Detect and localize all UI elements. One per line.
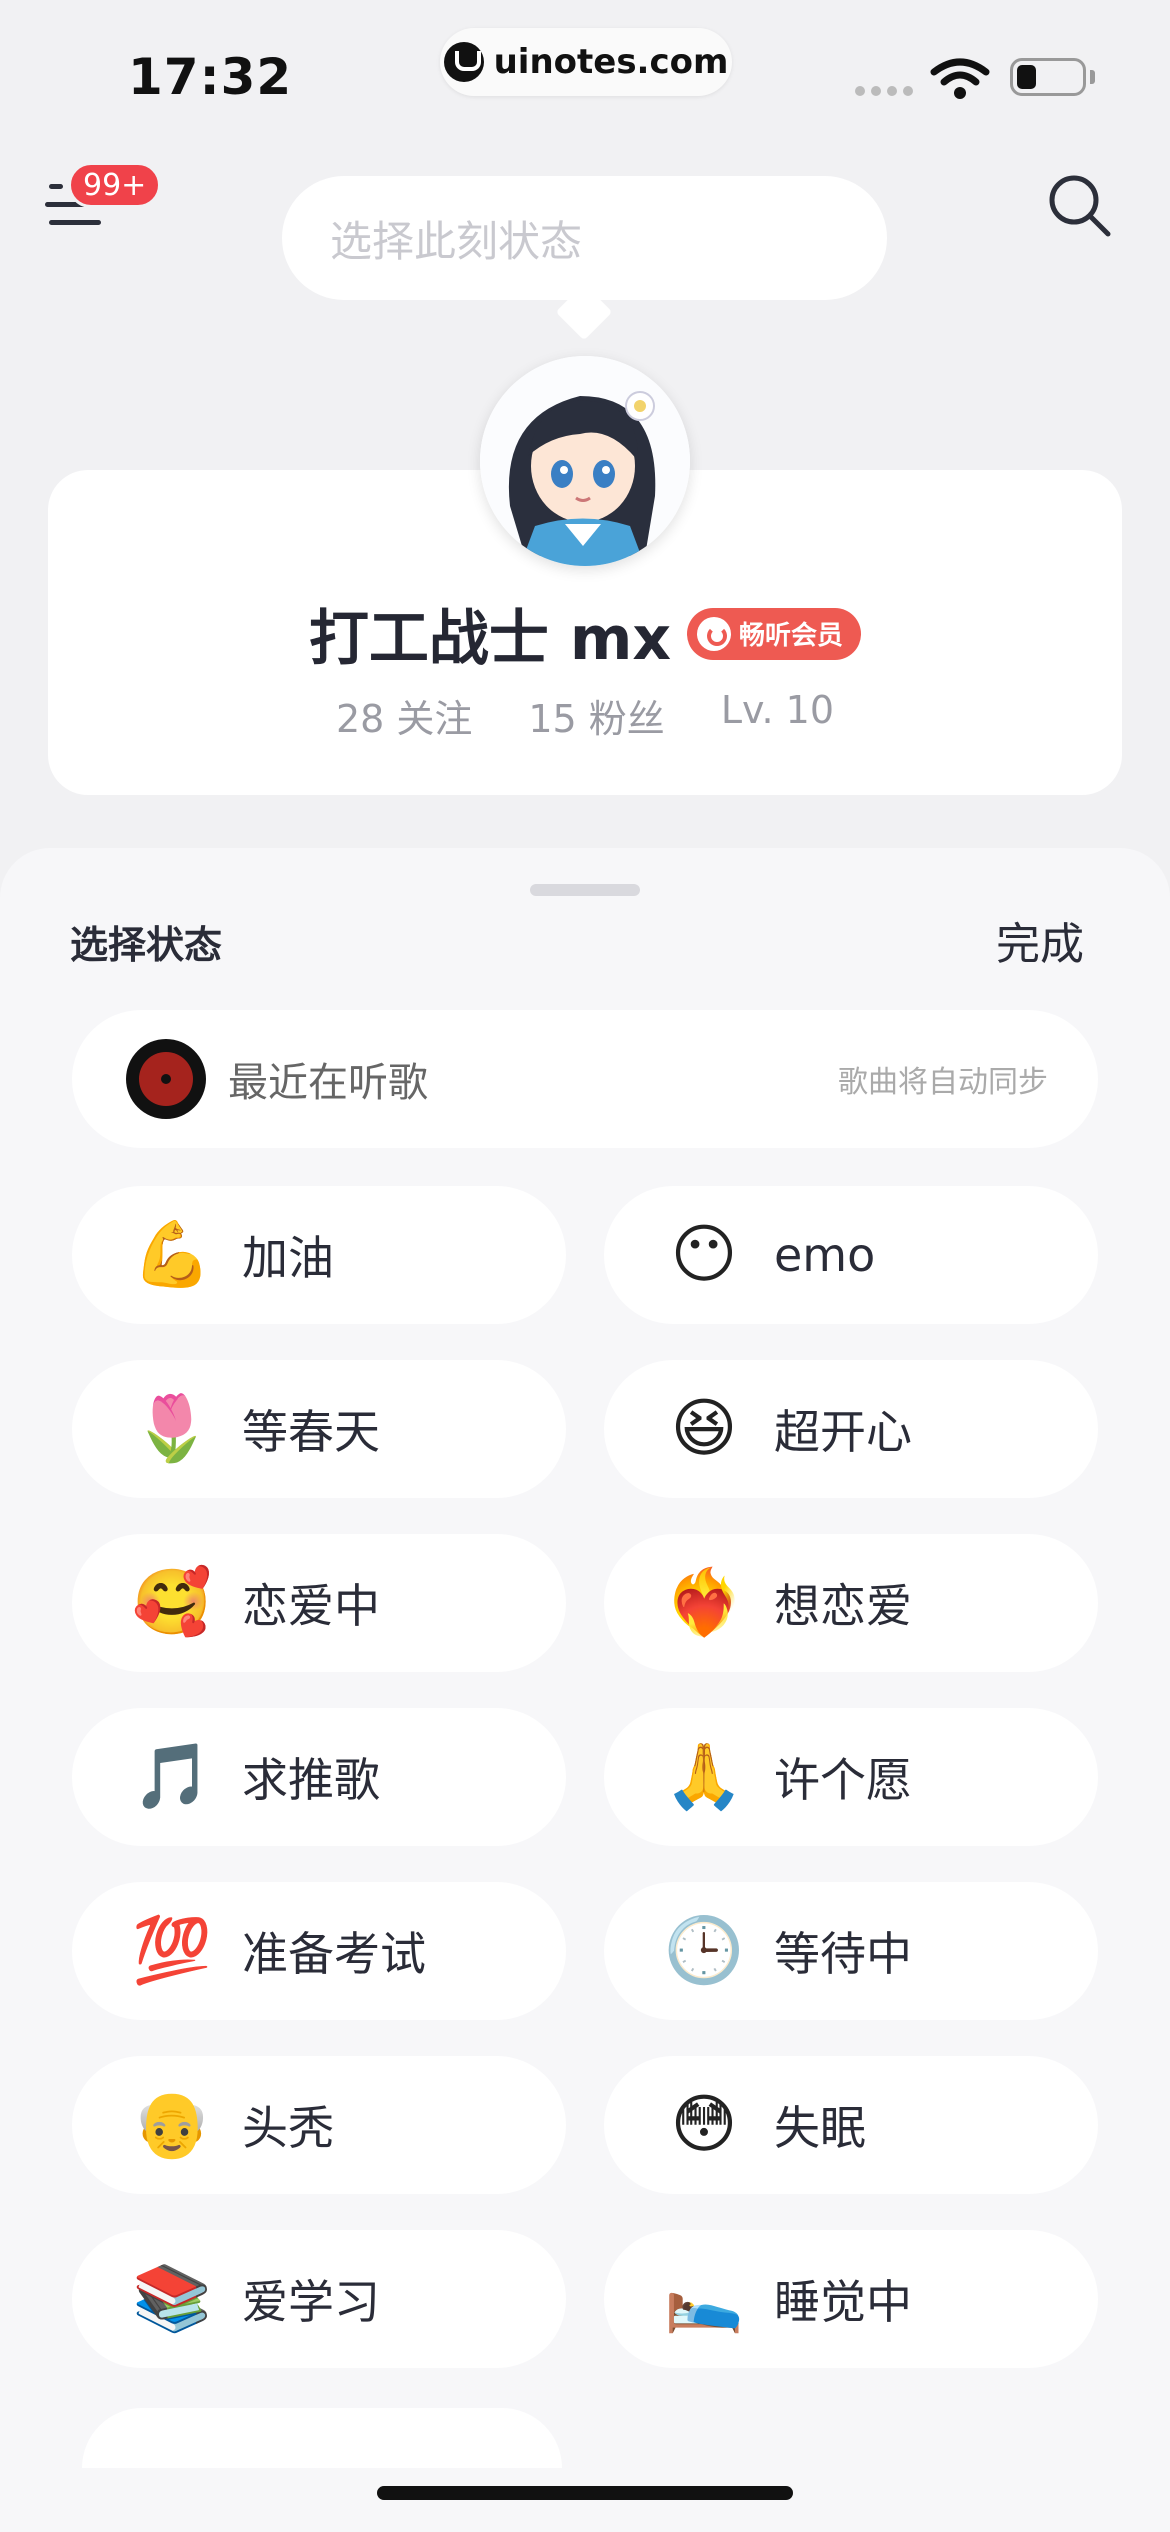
music-option-label: 最近在听歌 bbox=[228, 1060, 428, 1106]
status-option[interactable]: 😳 失眠 bbox=[604, 2056, 1098, 2194]
status-option-label: 加油 bbox=[242, 1231, 334, 1285]
sheet-title: 选择状态 bbox=[70, 923, 223, 967]
mood-status-bubble[interactable]: 选择此刻状态 bbox=[282, 176, 887, 300]
status-option-label: 等待中 bbox=[774, 1927, 912, 1981]
wifi-icon bbox=[930, 58, 990, 99]
profile-name-row: 打工战士 mx 畅听会员 bbox=[0, 590, 1170, 677]
status-option-label: 准备考试 bbox=[242, 1927, 426, 1981]
status-emoji-icon: 💯 bbox=[132, 1914, 212, 1988]
notification-badge: 99+ bbox=[68, 162, 162, 208]
home-indicator bbox=[377, 2486, 793, 2500]
status-emoji-icon: ❤️‍🔥 bbox=[664, 1566, 744, 1640]
following-count[interactable]: 28 关注 bbox=[336, 688, 472, 743]
status-option[interactable]: 😶 emo bbox=[604, 1186, 1098, 1324]
status-emoji-icon: 😶 bbox=[670, 1218, 738, 1292]
status-option-label: 超开心 bbox=[774, 1405, 912, 1459]
status-option-label: emo bbox=[774, 1228, 876, 1282]
status-picker-sheet: 选择状态 完成 最近在听歌 歌曲将自动同步 💪 加油 😶 emo 🌷 等春天 😆 超开心 🥰 恋爱… bbox=[0, 848, 1170, 2532]
avatar[interactable] bbox=[480, 356, 690, 566]
status-option[interactable]: 👴 头秃 bbox=[72, 2056, 566, 2194]
status-option[interactable]: 🕒 等待中 bbox=[604, 1882, 1098, 2020]
url-pill[interactable]: uinotes.com bbox=[440, 28, 732, 96]
search-icon[interactable] bbox=[1044, 170, 1114, 240]
status-option-partial[interactable] bbox=[82, 2408, 562, 2468]
done-button[interactable]: 完成 bbox=[996, 908, 1084, 972]
status-option-label: 求推歌 bbox=[242, 1753, 380, 1807]
status-emoji-icon: 📚 bbox=[132, 2262, 212, 2336]
user-level: Lv. 10 bbox=[720, 688, 835, 732]
status-option-label: 睡觉中 bbox=[774, 2275, 912, 2329]
status-emoji-icon: 🎵 bbox=[132, 1740, 212, 1814]
status-option-label: 等春天 bbox=[242, 1405, 380, 1459]
status-option-label: 恋爱中 bbox=[242, 1579, 380, 1633]
status-emoji-icon: 😆 bbox=[670, 1392, 738, 1466]
status-option[interactable]: ❤️‍🔥 想恋爱 bbox=[604, 1534, 1098, 1672]
status-option-label: 爱学习 bbox=[242, 2275, 380, 2329]
status-options-grid: 💪 加油 😶 emo 🌷 等春天 😆 超开心 🥰 恋爱中 ❤️‍🔥 想恋爱 🎵 求推歌 🙏 许个愿 💯 准备考试 🕒… bbox=[72, 1186, 1098, 2368]
profile-name: 打工战士 mx bbox=[308, 604, 672, 674]
sheet-grabber[interactable] bbox=[530, 884, 640, 896]
cellular-signal-icon bbox=[855, 86, 913, 96]
status-option[interactable]: 🙏 许个愿 bbox=[604, 1708, 1098, 1846]
status-emoji-icon: 🙏 bbox=[664, 1740, 744, 1814]
status-option-label: 头秃 bbox=[242, 2101, 334, 2155]
status-option[interactable]: 💪 加油 bbox=[72, 1186, 566, 1324]
status-emoji-icon: 🌷 bbox=[132, 1392, 212, 1466]
battery-fill bbox=[1017, 65, 1036, 89]
status-emoji-icon: 💪 bbox=[132, 1218, 212, 1292]
status-option[interactable]: 😆 超开心 bbox=[604, 1360, 1098, 1498]
status-option[interactable]: 🛌 睡觉中 bbox=[604, 2230, 1098, 2368]
clock: 17:32 bbox=[128, 48, 293, 106]
vinyl-record-icon bbox=[126, 1039, 206, 1119]
followers-count[interactable]: 15 粉丝 bbox=[528, 688, 664, 743]
status-emoji-icon: 🥰 bbox=[132, 1566, 212, 1640]
listening-music-option[interactable]: 最近在听歌 歌曲将自动同步 bbox=[72, 1010, 1098, 1148]
status-option[interactable]: 🎵 求推歌 bbox=[72, 1708, 566, 1846]
music-sync-hint: 歌曲将自动同步 bbox=[838, 1065, 1048, 1100]
status-emoji-icon: 🕒 bbox=[664, 1914, 744, 1988]
site-logo-icon bbox=[443, 42, 484, 82]
status-option-label: 许个愿 bbox=[774, 1753, 912, 1807]
status-option-label: 想恋爱 bbox=[774, 1579, 912, 1633]
profile-stats: 28 关注 15 粉丝 Lv. 10 bbox=[0, 688, 1170, 743]
avatar-illustration bbox=[480, 356, 690, 566]
status-option[interactable]: 🥰 恋爱中 bbox=[72, 1534, 566, 1672]
vip-icon bbox=[697, 616, 732, 651]
url-text: uinotes.com bbox=[493, 42, 729, 82]
status-emoji-icon: 😳 bbox=[670, 2088, 738, 2162]
status-emoji-icon: 🛌 bbox=[664, 2262, 744, 2336]
status-option[interactable]: 💯 准备考试 bbox=[72, 1882, 566, 2020]
vip-badge[interactable]: 畅听会员 bbox=[687, 607, 862, 660]
vip-label: 畅听会员 bbox=[739, 621, 844, 651]
battery-tip bbox=[1090, 70, 1095, 84]
status-option[interactable]: 📚 爱学习 bbox=[72, 2230, 566, 2368]
status-option[interactable]: 🌷 等春天 bbox=[72, 1360, 566, 1498]
status-option-label: 失眠 bbox=[774, 2101, 866, 2155]
battery-icon bbox=[1010, 58, 1086, 96]
status-bar: 17:32 uinotes.com bbox=[0, 0, 1170, 140]
status-emoji-icon: 👴 bbox=[132, 2088, 212, 2162]
